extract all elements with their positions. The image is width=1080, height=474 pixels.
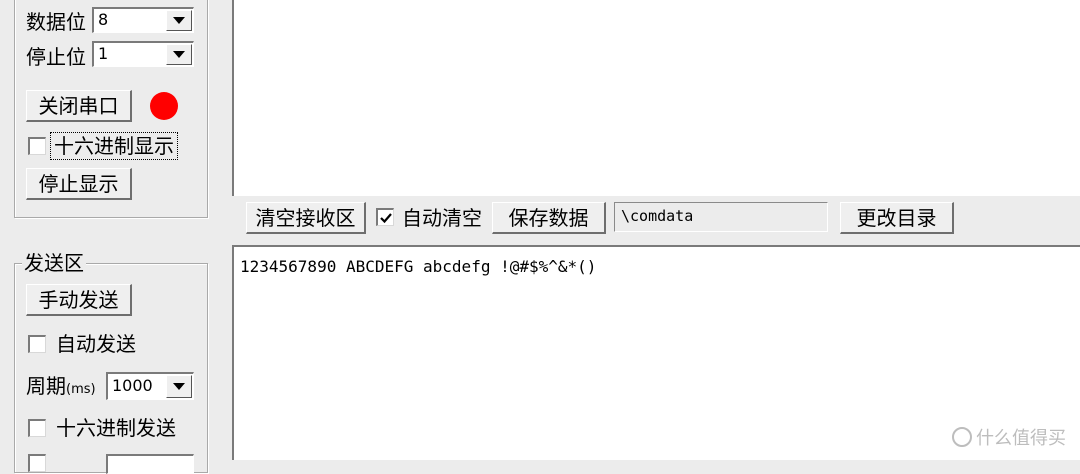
period-unit: (ms) <box>66 382 96 397</box>
data-bits-label: 数据位 <box>26 10 86 34</box>
stop-bits-label: 停止位 <box>26 45 86 69</box>
manual-send-button[interactable]: 手动发送 <box>26 284 132 316</box>
close-port-button[interactable]: 关闭串口 <box>26 90 132 122</box>
chevron-down-icon[interactable] <box>166 375 192 398</box>
send-text[interactable]: 1234567890 ABCDEFG abcdefg !@#$%^&*() <box>240 257 596 277</box>
chevron-down-icon[interactable] <box>166 10 192 31</box>
partial-checkbox[interactable] <box>28 454 46 472</box>
stop-bits-select[interactable]: 1 <box>92 41 194 67</box>
hex-display-checkbox[interactable] <box>28 137 46 155</box>
port-status-indicator <box>150 92 178 120</box>
watermark-logo-icon <box>952 427 972 447</box>
receive-pane[interactable] <box>232 0 1080 196</box>
watermark-text: 什么值得买 <box>976 428 1066 449</box>
partial-select[interactable] <box>106 454 194 474</box>
auto-send-checkbox[interactable] <box>28 335 46 353</box>
clear-receive-button[interactable]: 清空接收区 <box>246 202 366 234</box>
chevron-down-icon[interactable] <box>166 44 192 65</box>
watermark: 什么值得买 <box>952 424 1066 450</box>
send-area-legend: 发送区 <box>22 251 86 275</box>
hex-send-checkbox[interactable] <box>28 419 46 437</box>
period-label-text: 周期 <box>26 374 66 398</box>
hex-display-label[interactable]: 十六进制显示 <box>50 132 178 160</box>
period-select[interactable]: 1000 <box>106 372 194 400</box>
path-field[interactable]: \comdata <box>614 202 828 232</box>
hex-send-label[interactable]: 十六进制发送 <box>56 416 176 440</box>
stop-display-button[interactable]: 停止显示 <box>26 168 132 200</box>
period-label: 周期(ms) <box>26 374 96 402</box>
auto-clear-checkbox[interactable] <box>376 208 394 226</box>
data-bits-value: 8 <box>98 10 109 29</box>
period-value: 1000 <box>112 376 153 395</box>
auto-clear-label[interactable]: 自动清空 <box>402 206 482 230</box>
change-directory-button[interactable]: 更改目录 <box>840 202 954 234</box>
check-icon <box>379 212 392 223</box>
auto-send-label[interactable]: 自动发送 <box>56 332 136 356</box>
data-bits-select[interactable]: 8 <box>92 7 194 33</box>
stop-bits-value: 1 <box>98 44 109 63</box>
save-data-button[interactable]: 保存数据 <box>492 202 606 234</box>
